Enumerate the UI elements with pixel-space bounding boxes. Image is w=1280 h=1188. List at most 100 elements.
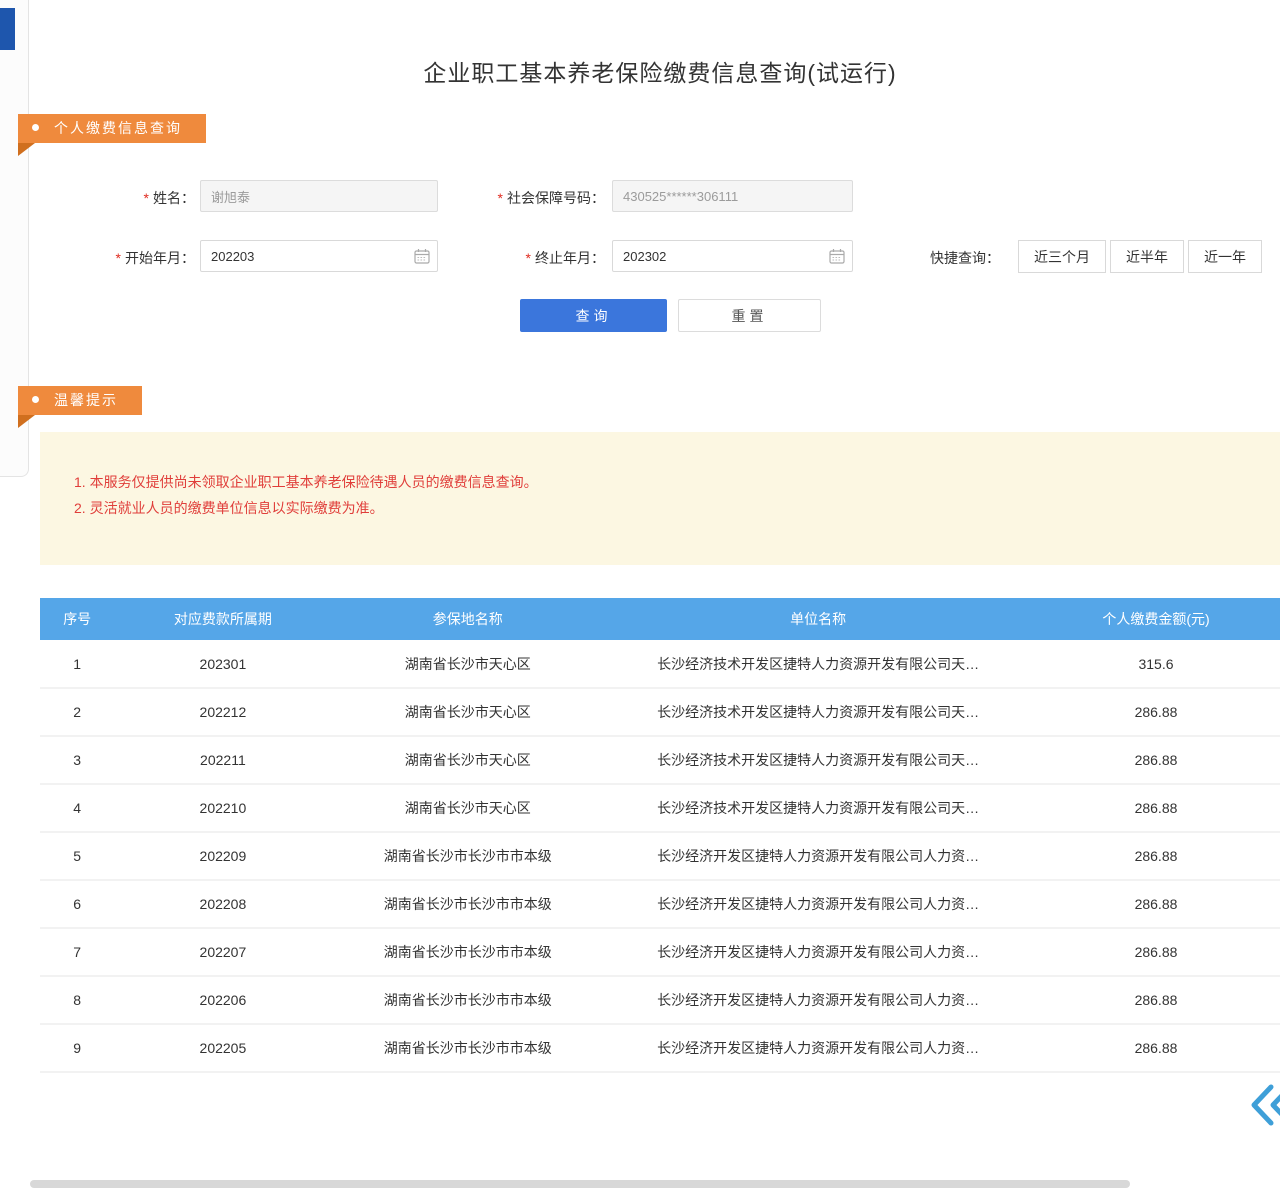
cell-amount: 286.88 — [1032, 1024, 1280, 1072]
ssn-input[interactable] — [612, 180, 853, 212]
section-badge-tips: 温馨提示 — [18, 386, 142, 415]
quick-3months-button[interactable]: 近三个月 — [1018, 240, 1106, 273]
cell-period: 202206 — [114, 976, 331, 1024]
table-row: 9202205湖南省长沙市长沙市市本级长沙经济开发区捷特人力资源开发有限公司人力… — [40, 1024, 1280, 1072]
table-row: 4202210湖南省长沙市天心区长沙经济技术开发区捷特人力资源开发有限公司天…2… — [40, 784, 1280, 832]
horizontal-scrollbar[interactable] — [30, 1180, 1130, 1188]
table-row: 3202211湖南省长沙市天心区长沙经济技术开发区捷特人力资源开发有限公司天…2… — [40, 736, 1280, 784]
section-badge-query-label: 个人缴费信息查询 — [54, 120, 182, 136]
cell-period: 202207 — [114, 928, 331, 976]
section-badge-query: 个人缴费信息查询 — [18, 114, 206, 143]
section-badge-tips-label: 温馨提示 — [54, 392, 118, 408]
cell-place: 湖南省长沙市长沙市市本级 — [331, 880, 604, 928]
cell-unit: 长沙经济技术开发区捷特人力资源开发有限公司天… — [604, 688, 1032, 736]
cell-place: 湖南省长沙市天心区 — [331, 784, 604, 832]
table-row: 1202301湖南省长沙市天心区长沙经济技术开发区捷特人力资源开发有限公司天…3… — [40, 640, 1280, 688]
required-asterisk: * — [526, 250, 531, 266]
cell-period: 202210 — [114, 784, 331, 832]
table-row: 5202209湖南省长沙市长沙市市本级长沙经济开发区捷特人力资源开发有限公司人力… — [40, 832, 1280, 880]
header-unit: 单位名称 — [604, 598, 1032, 640]
page-title: 企业职工基本养老保险缴费信息查询(试运行) — [40, 54, 1280, 88]
cell-place: 湖南省长沙市长沙市市本级 — [331, 832, 604, 880]
cell-unit: 长沙经济技术开发区捷特人力资源开发有限公司天… — [604, 784, 1032, 832]
required-asterisk: * — [144, 190, 149, 206]
cell-amount: 286.88 — [1032, 784, 1280, 832]
cell-unit: 长沙经济开发区捷特人力资源开发有限公司人力资… — [604, 880, 1032, 928]
start-month-field-wrap — [200, 240, 438, 272]
header-amount: 个人缴费金额(元) — [1032, 598, 1280, 640]
cell-period: 202208 — [114, 880, 331, 928]
name-label: *姓名： — [60, 188, 195, 208]
cell-amount: 286.88 — [1032, 928, 1280, 976]
cell-period: 202209 — [114, 832, 331, 880]
cell-place: 湖南省长沙市长沙市市本级 — [331, 1024, 604, 1072]
name-field-wrap — [200, 180, 438, 212]
end-month-label: *终止年月： — [430, 248, 605, 268]
cell-place: 湖南省长沙市长沙市市本级 — [331, 928, 604, 976]
notice-line-2: 2. 灵活就业人员的缴费单位信息以实际缴费为准。 — [74, 495, 1260, 521]
cell-place: 湖南省长沙市长沙市市本级 — [331, 976, 604, 1024]
cell-amount: 315.6 — [1032, 640, 1280, 688]
calendar-icon[interactable] — [829, 248, 845, 264]
cell-amount: 286.88 — [1032, 976, 1280, 1024]
name-input[interactable] — [200, 180, 438, 212]
table-row: 8202206湖南省长沙市长沙市市本级长沙经济开发区捷特人力资源开发有限公司人力… — [40, 976, 1280, 1024]
quick-query-group: 近三个月 近半年 近一年 — [1018, 240, 1262, 273]
end-month-input[interactable] — [612, 240, 853, 272]
cell-unit: 长沙经济开发区捷特人力资源开发有限公司人力资… — [604, 832, 1032, 880]
header-seq: 序号 — [40, 598, 114, 640]
start-month-input[interactable] — [200, 240, 438, 272]
cell-amount: 286.88 — [1032, 832, 1280, 880]
reset-button[interactable]: 重置 — [678, 299, 821, 332]
quick-1year-button[interactable]: 近一年 — [1188, 240, 1262, 273]
cell-period: 202301 — [114, 640, 331, 688]
cell-seq: 8 — [40, 976, 114, 1024]
sidebar-tab[interactable] — [0, 8, 15, 50]
bullet-dot-icon — [32, 396, 39, 403]
table-row: 6202208湖南省长沙市长沙市市本级长沙经济开发区捷特人力资源开发有限公司人力… — [40, 880, 1280, 928]
calendar-icon[interactable] — [414, 248, 430, 264]
table-row: 2202212湖南省长沙市天心区长沙经济技术开发区捷特人力资源开发有限公司天…2… — [40, 688, 1280, 736]
header-period: 对应费款所属期 — [114, 598, 331, 640]
cell-seq: 3 — [40, 736, 114, 784]
cell-seq: 1 — [40, 640, 114, 688]
notice-line-1: 1. 本服务仅提供尚未领取企业职工基本养老保险待遇人员的缴费信息查询。 — [74, 469, 1260, 495]
ssn-label: *社会保障号码： — [430, 188, 605, 208]
cell-unit: 长沙经济技术开发区捷特人力资源开发有限公司天… — [604, 640, 1032, 688]
required-asterisk: * — [116, 250, 121, 266]
cell-amount: 286.88 — [1032, 880, 1280, 928]
start-month-label: *开始年月： — [60, 248, 195, 268]
cell-seq: 9 — [40, 1024, 114, 1072]
table-row: 7202207湖南省长沙市长沙市市本级长沙经济开发区捷特人力资源开发有限公司人力… — [40, 928, 1280, 976]
end-month-field-wrap — [612, 240, 853, 272]
page: 企业职工基本养老保险缴费信息查询(试运行) 个人缴费信息查询 *姓名： *社会保… — [0, 0, 1280, 1188]
cell-seq: 6 — [40, 880, 114, 928]
table-body: 1202301湖南省长沙市天心区长沙经济技术开发区捷特人力资源开发有限公司天…3… — [40, 640, 1280, 1072]
cell-period: 202212 — [114, 688, 331, 736]
cell-seq: 2 — [40, 688, 114, 736]
cell-unit: 长沙经济开发区捷特人力资源开发有限公司人力资… — [604, 928, 1032, 976]
cell-period: 202211 — [114, 736, 331, 784]
ssn-field-wrap — [612, 180, 853, 212]
cell-place: 湖南省长沙市天心区 — [331, 640, 604, 688]
cell-amount: 286.88 — [1032, 736, 1280, 784]
cell-amount: 286.88 — [1032, 688, 1280, 736]
cell-place: 湖南省长沙市天心区 — [331, 736, 604, 784]
cell-place: 湖南省长沙市天心区 — [331, 688, 604, 736]
double-chevron-left-icon[interactable] — [1250, 1084, 1280, 1126]
cell-seq: 7 — [40, 928, 114, 976]
cell-period: 202205 — [114, 1024, 331, 1072]
notice-box: 1. 本服务仅提供尚未领取企业职工基本养老保险待遇人员的缴费信息查询。 2. 灵… — [40, 432, 1280, 565]
required-asterisk: * — [498, 190, 503, 206]
cell-unit: 长沙经济技术开发区捷特人力资源开发有限公司天… — [604, 736, 1032, 784]
quick-halfyear-button[interactable]: 近半年 — [1110, 240, 1184, 273]
quick-query-label: 快捷查询： — [930, 248, 1000, 268]
cell-unit: 长沙经济开发区捷特人力资源开发有限公司人力资… — [604, 1024, 1032, 1072]
header-place: 参保地名称 — [331, 598, 604, 640]
table-header-row: 序号 对应费款所属期 参保地名称 单位名称 个人缴费金额(元) — [40, 598, 1280, 640]
cell-unit: 长沙经济开发区捷特人力资源开发有限公司人力资… — [604, 976, 1032, 1024]
cell-seq: 5 — [40, 832, 114, 880]
query-button[interactable]: 查询 — [520, 299, 667, 332]
cell-seq: 4 — [40, 784, 114, 832]
results-table: 序号 对应费款所属期 参保地名称 单位名称 个人缴费金额(元) 1202301湖… — [40, 598, 1280, 1073]
